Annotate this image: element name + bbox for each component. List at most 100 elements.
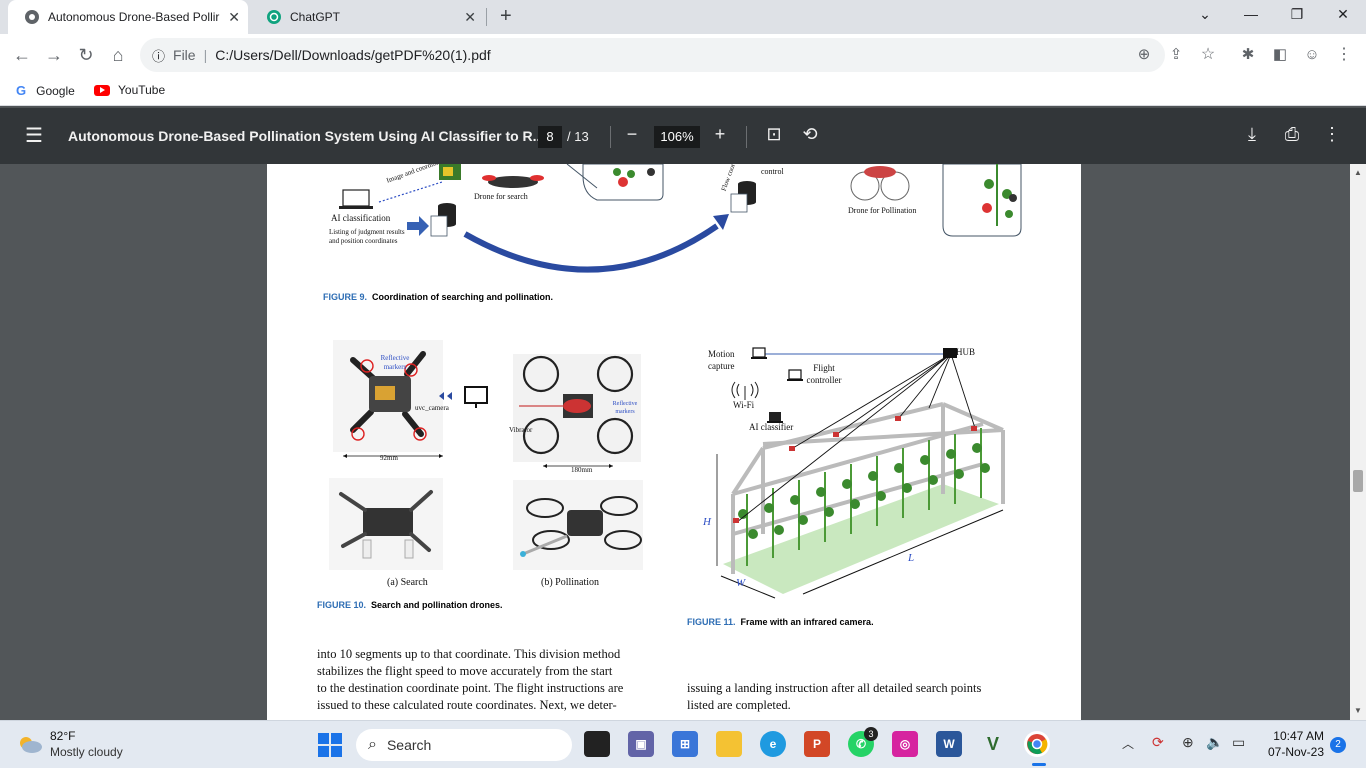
task-view-icon[interactable] <box>584 731 610 757</box>
scrollbar-thumb[interactable] <box>1353 470 1363 492</box>
address-bar[interactable]: ⓘ File | C:/Users/Dell/Downloads/getPDF%… <box>140 38 1165 72</box>
bookmark-label: Google <box>36 83 75 98</box>
zoom-level-input[interactable]: 106% <box>654 126 700 148</box>
network-icon[interactable]: ⊕ <box>1182 734 1194 751</box>
fit-page-icon[interactable]: ⊡ <box>762 124 786 145</box>
pdf-page: Image and coordinates Drone for search A… <box>267 164 1081 720</box>
pdf-viewer[interactable]: Image and coordinates Drone for search A… <box>0 164 1350 720</box>
text-line: listed are completed. <box>687 698 791 712</box>
whatsapp-badge: 3 <box>864 727 878 741</box>
download-icon[interactable]: ⤓ <box>1240 124 1264 145</box>
reload-icon[interactable]: ↻ <box>74 44 98 68</box>
caption-number: FIGURE 10. <box>317 600 367 610</box>
battery-icon[interactable]: ▭ <box>1232 734 1245 751</box>
fig9-label-ai-classification: AI classification <box>331 213 391 223</box>
tab-divider <box>486 8 487 26</box>
fig11-label-flight: Flight controller <box>806 363 842 385</box>
figure-11-diagram <box>716 347 1005 599</box>
vertical-scrollbar[interactable]: ▲ ▼ <box>1350 164 1366 720</box>
word-icon[interactable]: W <box>936 731 962 757</box>
pdf-toolbar: ☰ Autonomous Drone-Based Pollination Sys… <box>0 108 1366 164</box>
taskbar-search[interactable]: ⌕ Search <box>356 729 572 761</box>
instagram-icon[interactable]: ◎ <box>892 731 918 757</box>
back-icon[interactable]: ← <box>10 44 34 68</box>
fig10-label-reflective-b: Reflective markers <box>612 401 638 415</box>
url-text: C:/Users/Dell/Downloads/getPDF%20(1).pdf <box>215 47 491 63</box>
close-tab-icon[interactable]: ✕ <box>464 9 476 26</box>
tab-chatgpt[interactable]: ChatGPT ✕ <box>250 0 486 34</box>
edge-icon[interactable]: e <box>760 731 786 757</box>
sync-icon[interactable]: ⟳ <box>1152 734 1164 751</box>
fig11-label-hub: HUB <box>956 347 976 357</box>
chrome-menu-icon[interactable]: ⋮ <box>1332 44 1356 68</box>
new-tab-button[interactable]: + <box>500 5 512 28</box>
tab-pdf[interactable]: Autonomous Drone-Based Pollir ✕ <box>8 0 248 34</box>
bookmark-google[interactable]: G Google <box>16 83 75 98</box>
weather-icon[interactable] <box>16 733 44 760</box>
bookmark-youtube[interactable]: YouTube <box>94 83 165 97</box>
page-total: / 13 <box>567 129 589 144</box>
tray-overflow-icon[interactable]: ︿ <box>1122 735 1134 752</box>
bookmarks-bar: G Google YouTube <box>0 76 1366 106</box>
weather-temp[interactable]: 82°F <box>50 729 75 743</box>
active-app-indicator <box>1032 763 1046 766</box>
toolbar-divider <box>746 126 747 148</box>
figure-10-caption: FIGURE 10. Search and pollination drones. <box>317 600 503 610</box>
text-line: stabilizes the flight speed to move accu… <box>317 664 613 678</box>
powerpoint-icon[interactable]: P <box>804 731 830 757</box>
close-window-button[interactable]: ✕ <box>1328 6 1358 23</box>
zoom-icon[interactable]: ⊕ <box>1132 44 1156 68</box>
share-icon[interactable]: ⇪ <box>1164 44 1188 68</box>
home-icon[interactable]: ⌂ <box>106 44 130 68</box>
scroll-down-icon[interactable]: ▼ <box>1354 706 1362 715</box>
clock-time[interactable]: 10:47 AM <box>1270 729 1324 743</box>
store-icon[interactable]: ⊞ <box>672 731 698 757</box>
caption-number: FIGURE 11. <box>687 617 736 627</box>
fig9-label-control: control <box>761 167 784 176</box>
fig10-label-vibrator: Vibrator <box>509 426 533 434</box>
fig10-dim-92: 92mm <box>380 454 398 462</box>
zoom-out-icon[interactable]: − <box>620 124 644 145</box>
zoom-in-icon[interactable]: + <box>708 124 732 145</box>
tab-search-icon[interactable]: ⌄ <box>1190 6 1220 23</box>
volume-icon[interactable]: 🔈 <box>1206 734 1223 751</box>
chrome-icon[interactable] <box>1024 731 1050 757</box>
fig9-label-listing: Listing of judgment results and position… <box>329 228 405 245</box>
fig11-dim-h: H <box>703 516 711 528</box>
weather-desc[interactable]: Mostly cloudy <box>50 745 123 759</box>
windows-start-icon[interactable] <box>318 733 342 762</box>
tab-title: ChatGPT <box>290 10 341 24</box>
rotate-icon[interactable]: ⟲ <box>798 124 822 145</box>
hamburger-menu-icon[interactable]: ☰ <box>22 123 46 148</box>
teams-icon[interactable]: ▣ <box>628 731 654 757</box>
address-separator: | <box>203 47 208 63</box>
notification-badge[interactable]: 2 <box>1330 737 1346 753</box>
info-icon[interactable]: ⓘ <box>152 46 165 65</box>
youtube-icon <box>94 84 110 96</box>
profile-avatar-icon[interactable]: ☺ <box>1300 44 1324 68</box>
forward-icon[interactable]: → <box>42 44 66 68</box>
file-explorer-icon[interactable] <box>716 731 742 757</box>
close-tab-icon[interactable]: ✕ <box>228 9 240 26</box>
scroll-up-icon[interactable]: ▲ <box>1354 168 1362 177</box>
figure-9-caption: FIGURE 9. Coordination of searching and p… <box>323 292 553 302</box>
more-options-icon[interactable]: ⋮ <box>1320 124 1344 145</box>
extensions-icon[interactable]: ✱ <box>1236 44 1260 68</box>
fig10-sub-pollination: (b) Pollination <box>541 577 600 588</box>
google-icon: G <box>16 83 27 98</box>
page-number-input[interactable]: 8 <box>538 126 562 148</box>
scheme-label: File <box>173 47 196 63</box>
side-panel-icon[interactable]: ◧ <box>1268 44 1292 68</box>
minimize-button[interactable]: — <box>1236 6 1266 22</box>
clock-date[interactable]: 07-Nov-23 <box>1264 745 1324 759</box>
fig10-label-reflective-a: Reflective markers <box>380 354 410 371</box>
fig9-label-drone-pollination: Drone for Pollination <box>848 206 917 215</box>
caption-text: Frame with an infrared camera. <box>740 617 874 627</box>
fig10-dim-180: 180mm <box>571 466 593 474</box>
vectorworks-icon[interactable]: V <box>980 731 1006 757</box>
maximize-button[interactable]: ❐ <box>1282 6 1312 23</box>
chrome-page-icon <box>24 9 40 25</box>
caption-number: FIGURE 9. <box>323 292 368 302</box>
bookmark-star-icon[interactable]: ☆ <box>1196 44 1220 68</box>
print-icon[interactable]: ⎙ <box>1280 124 1304 145</box>
